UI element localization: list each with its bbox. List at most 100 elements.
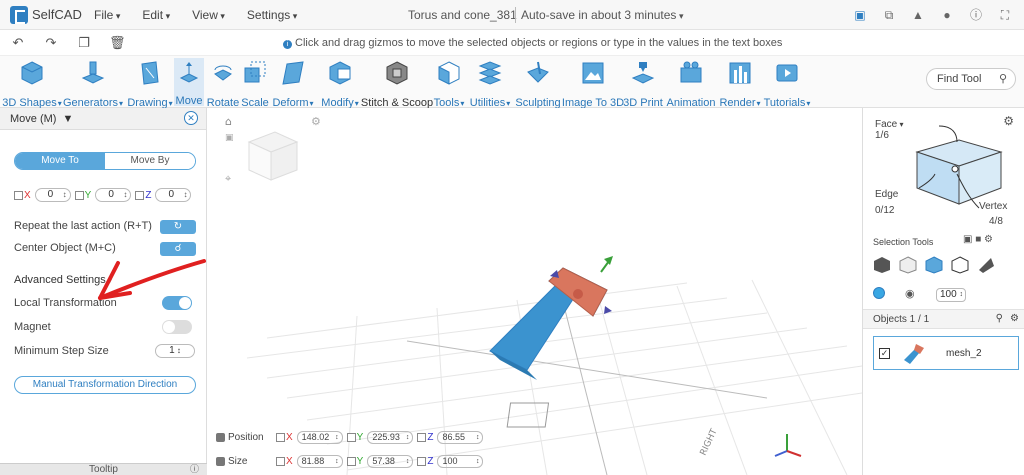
face-mode-dropdown[interactable]: Face: [875, 119, 903, 130]
tool-generators[interactable]: Generators: [63, 60, 118, 109]
object-list-item[interactable]: ✓ mesh_2: [873, 336, 1019, 370]
manual-direction-button[interactable]: Manual Transformation Direction: [14, 376, 196, 394]
gizmo-handle[interactable]: [550, 270, 559, 278]
find-tool-input[interactable]: Find Tool ⚲: [926, 68, 1016, 90]
size-x-input[interactable]: 81.88: [296, 455, 343, 468]
user-icon[interactable]: ●: [940, 8, 954, 22]
position-z-input[interactable]: 86.55: [437, 431, 484, 444]
search-icon: ⚲: [998, 73, 1007, 85]
size-z-input[interactable]: 100: [437, 455, 484, 468]
selection-cube-diagram: [915, 125, 1003, 209]
menu-file[interactable]: File: [94, 8, 120, 22]
position-x-checkbox[interactable]: [276, 433, 285, 442]
color-select-icon[interactable]: [873, 287, 885, 299]
menu-edit[interactable]: Edit: [142, 8, 170, 22]
move-panel-header[interactable]: Move (M) ▼ ✕: [0, 108, 206, 130]
project-title[interactable]: Torus and cone_381: [408, 8, 517, 22]
tool-3d-print[interactable]: 3D Print: [623, 60, 663, 109]
object-visible-checkbox[interactable]: ✓: [879, 347, 890, 359]
position-z-checkbox[interactable]: [417, 433, 427, 442]
action-bar: ↶ ↷ ❐ 🗑 i Click and drag gizmos to move t…: [0, 30, 1024, 56]
view-cube[interactable]: [247, 131, 299, 181]
copy-icon[interactable]: ❐: [76, 35, 92, 51]
x-lock-checkbox[interactable]: [14, 190, 23, 200]
coordinate-inputs: X 0 Y 0 Z 0: [14, 188, 195, 202]
tool-animation[interactable]: Animation: [667, 60, 715, 109]
position-y-input[interactable]: 225.93: [367, 431, 414, 444]
tool-deform[interactable]: Deform: [272, 60, 312, 109]
autosave-dropdown[interactable]: Auto-save in about 3 minutes: [521, 8, 683, 22]
z-coordinate-input[interactable]: 0: [155, 188, 192, 202]
select-vertex-icon[interactable]: [899, 256, 917, 274]
notification-bell-icon[interactable]: ▲: [911, 8, 925, 22]
tools-icon: [438, 61, 460, 85]
magnet-label: Magnet: [14, 321, 51, 333]
gizmo-y-arrow[interactable]: [604, 256, 613, 265]
select-object-icon[interactable]: [873, 256, 891, 274]
save-icon[interactable]: ▣: [853, 8, 867, 22]
bug-icon[interactable]: ⚙: [311, 115, 321, 128]
position-x-input[interactable]: 148.02: [296, 431, 343, 444]
delete-icon[interactable]: 🗑: [109, 35, 126, 51]
menu-settings[interactable]: Settings: [247, 8, 297, 22]
position-y-checkbox[interactable]: [346, 433, 356, 442]
view-toggle-icon[interactable]: ▣: [225, 133, 234, 143]
logo[interactable]: SelfCAD: [10, 5, 84, 24]
tool-stitch-scoop[interactable]: Stitch & Scoop: [361, 60, 433, 109]
red-arrow-annotation: [98, 259, 206, 300]
search-icon[interactable]: ⚲: [996, 313, 1003, 324]
redo-icon[interactable]: ↷: [43, 35, 59, 51]
menu-view[interactable]: View: [192, 8, 225, 22]
edge-label[interactable]: Edge: [875, 189, 898, 200]
move-to-tab[interactable]: Move To: [15, 153, 105, 169]
share-icon[interactable]: ⧉: [882, 8, 896, 22]
z-lock-checkbox[interactable]: [135, 190, 145, 200]
right-label: RIGHT: [699, 427, 720, 457]
repeat-action-button[interactable]: ↻: [160, 220, 196, 234]
hint-text: i Click and drag gizmos to move the selec…: [283, 37, 782, 49]
select-mode-icons[interactable]: ▣ ■ ⚙: [963, 234, 993, 245]
y-coordinate-input[interactable]: 0: [95, 188, 132, 202]
tool-tools[interactable]: Tools: [434, 60, 464, 109]
info-icon[interactable]: ⓘ: [969, 8, 983, 22]
tool-drawing[interactable]: Drawing: [127, 60, 168, 109]
size-z-checkbox[interactable]: [417, 457, 427, 466]
size-y-checkbox[interactable]: [346, 457, 356, 466]
tool-3d-shapes[interactable]: 3D Shapes: [2, 60, 57, 109]
cube-icon: [21, 61, 43, 85]
y-lock-checkbox[interactable]: [74, 190, 84, 200]
3d-viewport[interactable]: ⌂ ▣ ⌖ ⚙ RIGHT: [207, 108, 862, 475]
gear-icon[interactable]: ⚙: [1010, 313, 1019, 324]
move-panel-title: Move (M): [10, 113, 57, 125]
tooltip-bar[interactable]: Tooltip ⓘ: [0, 463, 207, 475]
tool-scale[interactable]: Scale: [240, 60, 270, 109]
select-face-icon[interactable]: [925, 256, 943, 274]
tool-move[interactable]: Move: [174, 58, 204, 107]
texture-icon[interactable]: ◉: [905, 287, 915, 300]
orbit-icon[interactable]: ⌖: [225, 172, 231, 185]
undo-icon[interactable]: ↶: [10, 35, 26, 51]
tool-sculpting[interactable]: Sculpting: [515, 60, 561, 109]
min-step-select[interactable]: 1: [155, 344, 195, 358]
tool-render[interactable]: Render: [719, 60, 756, 109]
tool-rotate[interactable]: Rotate: [207, 60, 239, 109]
size-y-input[interactable]: 57.38: [367, 455, 414, 468]
vertex-label[interactable]: Vertex: [979, 201, 1007, 212]
tool-utilities[interactable]: Utilities: [470, 60, 505, 109]
tool-tutorials[interactable]: Tutorials: [764, 60, 805, 109]
tool-image-to-3d[interactable]: Image To 3D: [562, 60, 624, 109]
tool-modify[interactable]: Modify: [321, 60, 358, 109]
tooltip-label: Tooltip: [89, 464, 118, 475]
magnet-toggle[interactable]: [162, 320, 192, 334]
selection-size-input[interactable]: 100: [936, 288, 966, 302]
select-edge-icon[interactable]: [951, 256, 969, 274]
fullscreen-icon[interactable]: ⛶: [998, 8, 1012, 22]
selection-tools-label: Selection Tools: [873, 237, 934, 247]
x-coordinate-input[interactable]: 0: [34, 188, 71, 202]
info-icon[interactable]: ⓘ: [190, 464, 199, 475]
home-view-icon[interactable]: ⌂: [225, 115, 232, 128]
move-by-tab[interactable]: Move By: [105, 153, 195, 169]
size-x-checkbox[interactable]: [276, 457, 285, 466]
select-polygon-icon[interactable]: [977, 256, 995, 274]
close-icon[interactable]: ✕: [184, 111, 198, 125]
